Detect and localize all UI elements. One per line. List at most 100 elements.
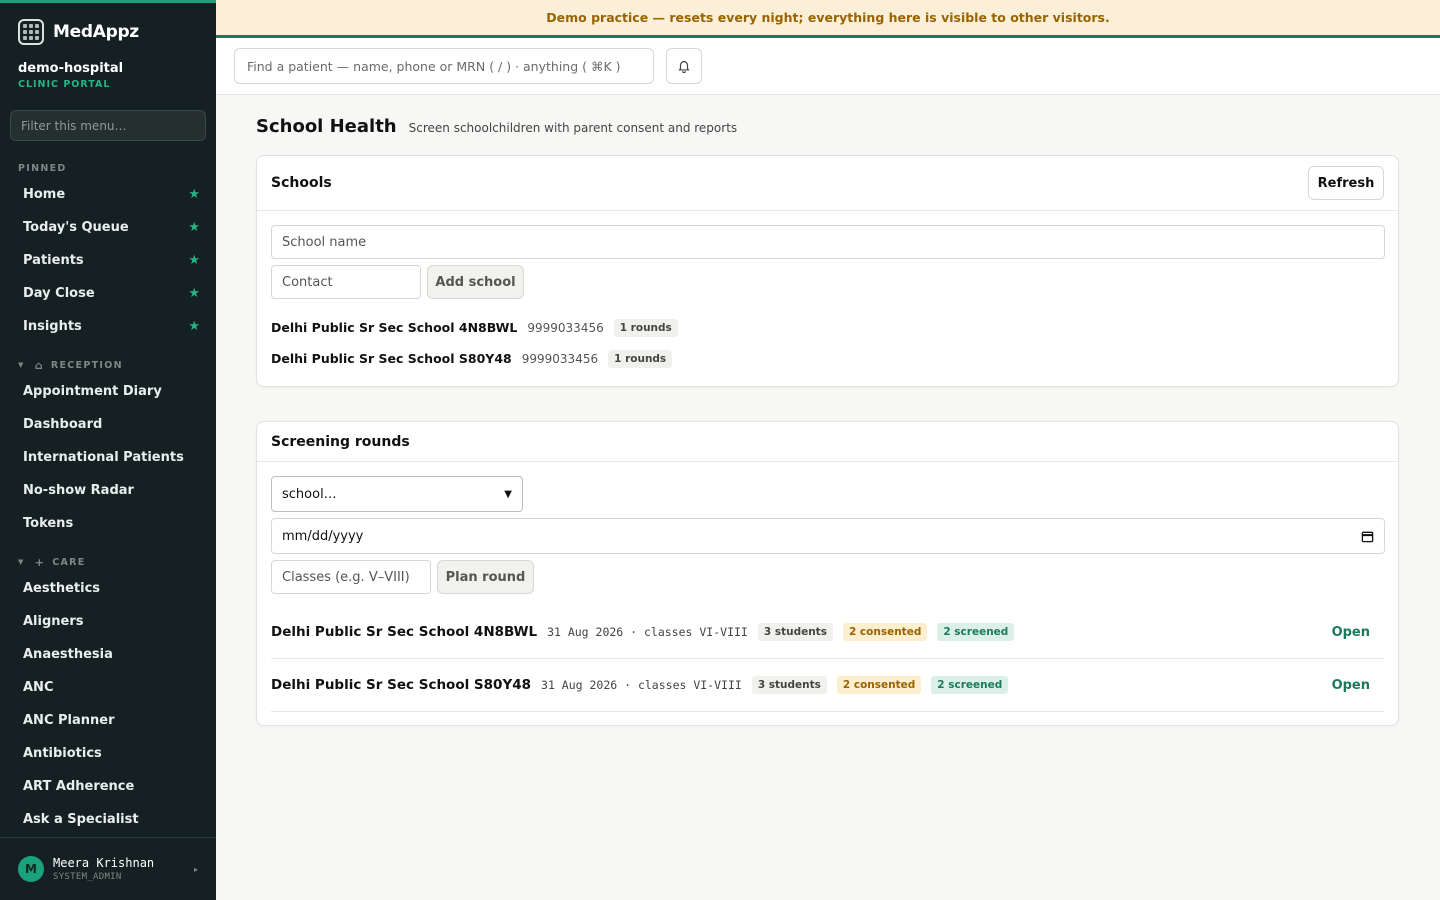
students-badge: 3 students xyxy=(757,623,833,641)
school-name: Delhi Public Sr Sec School S80Y48 xyxy=(271,351,512,366)
calendar-icon[interactable] xyxy=(1361,530,1374,543)
screened-badge: 2 screened xyxy=(931,676,1009,694)
schools-card-title: Schools xyxy=(271,175,332,191)
star-icon[interactable]: ★ xyxy=(188,220,200,235)
open-round-link[interactable]: Open xyxy=(1332,678,1370,693)
school-name-input[interactable]: School name xyxy=(271,225,1385,259)
tenant-info: demo-hospital CLINIC PORTAL xyxy=(0,59,216,90)
brand[interactable]: MedAppz xyxy=(0,3,216,59)
star-icon[interactable]: ★ xyxy=(188,319,200,334)
section-label-care: CARE xyxy=(52,556,86,568)
add-school-button[interactable]: Add school xyxy=(427,265,524,299)
page-title: School Health xyxy=(256,116,397,137)
user-menu[interactable]: M Meera Krishnan SYSTEM_ADMIN ▸ xyxy=(0,837,216,900)
sidebar-item-label: Anaesthesia xyxy=(23,647,113,662)
round-school-name: Delhi Public Sr Sec School 4N8BWL xyxy=(271,624,538,640)
sidebar-item-label: Home xyxy=(23,187,66,202)
star-icon[interactable]: ★ xyxy=(188,187,200,202)
school-list: Delhi Public Sr Sec School 4N8BWL 999903… xyxy=(271,312,678,374)
sidebar-item-insights[interactable]: Insights ★ xyxy=(0,310,216,343)
consented-badge: 2 consented xyxy=(836,676,922,694)
school-list-item[interactable]: Delhi Public Sr Sec School S80Y48 999903… xyxy=(271,343,678,374)
sidebar-item-label: Appointment Diary xyxy=(23,384,162,399)
date-placeholder: mm/dd/yyyy xyxy=(282,528,364,544)
sidebar-item-todays-queue[interactable]: Today's Queue ★ xyxy=(0,211,216,244)
sidebar-item-appointment-diary[interactable]: Appointment Diary xyxy=(0,375,216,408)
sidebar-item-aesthetics[interactable]: Aesthetics xyxy=(0,572,216,605)
sidebar-item-label: ANC Planner xyxy=(23,713,115,728)
star-icon[interactable]: ★ xyxy=(188,286,200,301)
rounds-badge: 1 rounds xyxy=(608,349,673,368)
schools-card-header: Schools Refresh xyxy=(257,156,1398,211)
refresh-button[interactable]: Refresh xyxy=(1308,166,1384,200)
screened-badge: 2 screened xyxy=(937,623,1015,641)
classes-input[interactable]: Classes (e.g. V–VIII) xyxy=(271,560,431,594)
sidebar-item-label: Antibiotics xyxy=(23,746,102,761)
building-icon: ⌂ xyxy=(34,358,44,372)
plus-icon: + xyxy=(34,555,46,569)
tenant-subtitle: CLINIC PORTAL xyxy=(18,79,111,90)
sidebar-item-dashboard[interactable]: Dashboard xyxy=(0,408,216,441)
sidebar-item-anaesthesia[interactable]: Anaesthesia xyxy=(0,638,216,671)
notifications-button[interactable] xyxy=(666,48,702,84)
bell-icon xyxy=(678,61,690,73)
sidebar-item-label: Day Close xyxy=(23,286,95,301)
sidebar-item-patients[interactable]: Patients ★ xyxy=(0,244,216,277)
plan-round-button[interactable]: Plan round xyxy=(437,560,534,594)
sidebar-item-label: Aesthetics xyxy=(23,581,101,596)
screening-rounds-card: Screening rounds school… ▼ mm/dd/yyyy Cl… xyxy=(256,421,1399,726)
rounds-card-header: Screening rounds xyxy=(257,422,1398,462)
sidebar-item-anc[interactable]: ANC xyxy=(0,671,216,704)
sidebar-item-label: Insights xyxy=(23,319,82,334)
sidebar-item-tokens[interactable]: Tokens xyxy=(0,507,216,540)
school-list-item[interactable]: Delhi Public Sr Sec School 4N8BWL 999903… xyxy=(271,312,678,343)
sidebar-item-aligners[interactable]: Aligners xyxy=(0,605,216,638)
sidebar-item-home[interactable]: Home ★ xyxy=(0,178,216,211)
sidebar-item-label: Patients xyxy=(23,253,84,268)
sidebar-item-label: Tokens xyxy=(23,516,74,531)
round-row: Delhi Public Sr Sec School 4N8BWL 31 Aug… xyxy=(271,606,1384,659)
school-select[interactable]: school… ▼ xyxy=(271,476,523,512)
sidebar-item-label: Ask a Specialist xyxy=(23,812,139,827)
chevron-icon: ▸ xyxy=(193,864,198,874)
sidebar-item-label: No-show Radar xyxy=(23,483,134,498)
school-contact-input[interactable]: Contact xyxy=(271,265,421,299)
sidebar-item-day-close[interactable]: Day Close ★ xyxy=(0,277,216,310)
sidebar-item-ask-a-specialist[interactable]: Ask a Specialist xyxy=(0,803,216,836)
sidebar-item-label: ANC xyxy=(23,680,54,695)
user-role: SYSTEM_ADMIN xyxy=(53,872,122,882)
brand-name: MedAppz xyxy=(53,22,139,42)
sidebar-item-art-adherence[interactable]: ART Adherence xyxy=(0,770,216,803)
sidebar: MedAppz demo-hospital CLINIC PORTAL Filt… xyxy=(0,0,216,900)
round-school-name: Delhi Public Sr Sec School S80Y48 xyxy=(271,677,532,693)
schools-card: Schools Refresh School name Contact Add … xyxy=(256,155,1399,387)
round-meta: 31 Aug 2026 · classes VI-VIII xyxy=(541,678,742,692)
sidebar-item-label: Aligners xyxy=(23,614,84,629)
sidebar-item-no-show-radar[interactable]: No-show Radar xyxy=(0,474,216,507)
sidebar-nav[interactable]: PINNED Home ★ Today's Queue ★ Patients ★ Da… xyxy=(0,158,216,840)
sidebar-item-antibiotics[interactable]: Antibiotics xyxy=(0,737,216,770)
round-date-input[interactable]: mm/dd/yyyy xyxy=(271,518,1385,554)
chevron-down-icon: ▼ xyxy=(18,558,25,566)
avatar: M xyxy=(18,856,44,882)
school-phone: 9999033456 xyxy=(527,320,604,335)
consented-badge: 2 consented xyxy=(842,623,928,641)
section-toggle-reception[interactable]: ▼ ⌂ RECEPTION xyxy=(0,355,216,375)
sidebar-item-label: International Patients xyxy=(23,450,184,465)
school-select-value: school… xyxy=(282,486,337,502)
round-meta: 31 Aug 2026 · classes VI-VIII xyxy=(547,625,748,639)
sidebar-item-anc-planner[interactable]: ANC Planner xyxy=(0,704,216,737)
star-icon[interactable]: ★ xyxy=(188,253,200,268)
topbar: Find a patient — name, phone or MRN ( / … xyxy=(216,38,1440,95)
menu-filter-input[interactable]: Filter this menu… xyxy=(10,110,206,141)
students-badge: 3 students xyxy=(751,676,827,694)
logo-icon xyxy=(18,19,44,45)
sidebar-item-label: Today's Queue xyxy=(23,220,129,235)
open-round-link[interactable]: Open xyxy=(1332,625,1370,640)
section-toggle-care[interactable]: ▼ + CARE xyxy=(0,552,216,572)
round-row: Delhi Public Sr Sec School S80Y48 31 Aug… xyxy=(271,659,1384,712)
section-label-reception: RECEPTION xyxy=(50,359,123,371)
sidebar-item-international-patients[interactable]: International Patients xyxy=(0,441,216,474)
school-phone: 9999033456 xyxy=(521,351,599,366)
patient-search-input[interactable]: Find a patient — name, phone or MRN ( / … xyxy=(234,48,654,84)
